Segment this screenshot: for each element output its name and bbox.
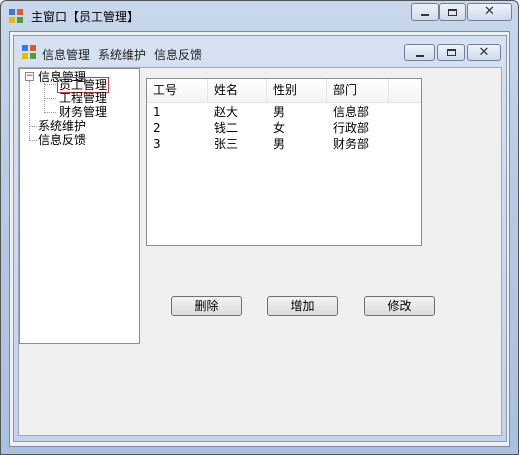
add-button[interactable]: 增加 bbox=[267, 296, 338, 316]
child-menu-bar: 信息管理 系统维护 信息反馈 ✕ bbox=[14, 36, 506, 66]
minimize-icon bbox=[415, 54, 424, 57]
delete-button[interactable]: 删除 bbox=[171, 296, 242, 316]
maximize-icon bbox=[448, 8, 457, 16]
column-header-gender[interactable]: 性别 bbox=[267, 79, 327, 102]
tree-connector bbox=[29, 126, 37, 127]
employee-list[interactable]: 工号 姓名 性别 部门 1 赵大 男 信息部 2 钱二 女 行政部 3 张三 男… bbox=[146, 78, 422, 246]
menu-feedback[interactable]: 信息反馈 bbox=[154, 46, 202, 63]
tree-connector bbox=[29, 81, 30, 141]
close-icon: ✕ bbox=[484, 4, 495, 19]
child-window: 信息管理 系统维护 信息反馈 ✕ − 信息管理 员工管理 工程管理 财务管理 系… bbox=[13, 35, 507, 442]
window-title: 主窗口【员工管理】 bbox=[31, 10, 140, 24]
cell-name: 赵大 bbox=[214, 105, 239, 119]
table-row[interactable]: 2 钱二 女 行政部 bbox=[147, 120, 421, 136]
maximize-icon bbox=[446, 49, 456, 56]
child-client-area: − 信息管理 员工管理 工程管理 财务管理 系统维护 信息反馈 工号 姓名 性别… bbox=[18, 67, 502, 436]
tree-node-finance-management[interactable]: 财务管理 bbox=[59, 105, 107, 119]
cell-department: 财务部 bbox=[333, 137, 370, 151]
tree-connector bbox=[44, 112, 56, 113]
main-window: 主窗口【员工管理】 ✕ 信息管理 系统维护 信息反馈 ✕ − 信息管理 员工管理… bbox=[0, 0, 519, 455]
edit-button[interactable]: 修改 bbox=[364, 296, 435, 316]
tree-node-system-maintenance[interactable]: 系统维护 bbox=[38, 119, 86, 133]
tree-connector bbox=[29, 140, 37, 141]
minimize-button[interactable] bbox=[411, 3, 439, 21]
table-row[interactable]: 1 赵大 男 信息部 bbox=[147, 104, 421, 120]
cell-name: 钱二 bbox=[214, 121, 239, 135]
app-icon bbox=[22, 45, 38, 61]
cell-gender: 男 bbox=[273, 105, 286, 119]
close-button[interactable]: ✕ bbox=[467, 3, 512, 21]
cell-id: 3 bbox=[153, 137, 161, 151]
tree-node-project-management[interactable]: 工程管理 bbox=[59, 91, 107, 105]
tree-connector bbox=[44, 84, 56, 85]
child-minimize-button[interactable] bbox=[404, 44, 435, 61]
maximize-button[interactable] bbox=[439, 3, 466, 21]
list-header: 工号 姓名 性别 部门 bbox=[147, 79, 421, 103]
tree-node-feedback[interactable]: 信息反馈 bbox=[38, 133, 86, 147]
cell-id: 2 bbox=[153, 121, 161, 135]
app-icon bbox=[9, 9, 25, 25]
child-maximize-button[interactable] bbox=[437, 44, 465, 61]
column-header-department[interactable]: 部门 bbox=[327, 79, 389, 102]
menu-system-maintenance[interactable]: 系统维护 bbox=[98, 46, 146, 63]
menu-info-management[interactable]: 信息管理 bbox=[42, 46, 90, 63]
nav-tree[interactable]: − 信息管理 员工管理 工程管理 财务管理 系统维护 信息反馈 bbox=[19, 68, 140, 344]
title-bar[interactable]: 主窗口【员工管理】 ✕ bbox=[1, 1, 518, 31]
cell-department: 行政部 bbox=[333, 121, 370, 135]
cell-name: 张三 bbox=[214, 137, 239, 151]
minimize-icon bbox=[421, 14, 429, 16]
main-client-area: 信息管理 系统维护 信息反馈 ✕ − 信息管理 员工管理 工程管理 财务管理 系… bbox=[9, 31, 510, 447]
cell-department: 信息部 bbox=[333, 105, 370, 119]
tree-connector bbox=[44, 98, 56, 99]
cell-gender: 女 bbox=[273, 121, 286, 135]
child-close-button[interactable]: ✕ bbox=[467, 44, 501, 61]
close-icon: ✕ bbox=[478, 44, 490, 60]
cell-gender: 男 bbox=[273, 137, 286, 151]
column-header-id[interactable]: 工号 bbox=[147, 79, 208, 102]
table-row[interactable]: 3 张三 男 财务部 bbox=[147, 136, 421, 152]
collapse-icon[interactable]: − bbox=[25, 72, 34, 81]
column-header-name[interactable]: 姓名 bbox=[208, 79, 267, 102]
cell-id: 1 bbox=[153, 105, 161, 119]
